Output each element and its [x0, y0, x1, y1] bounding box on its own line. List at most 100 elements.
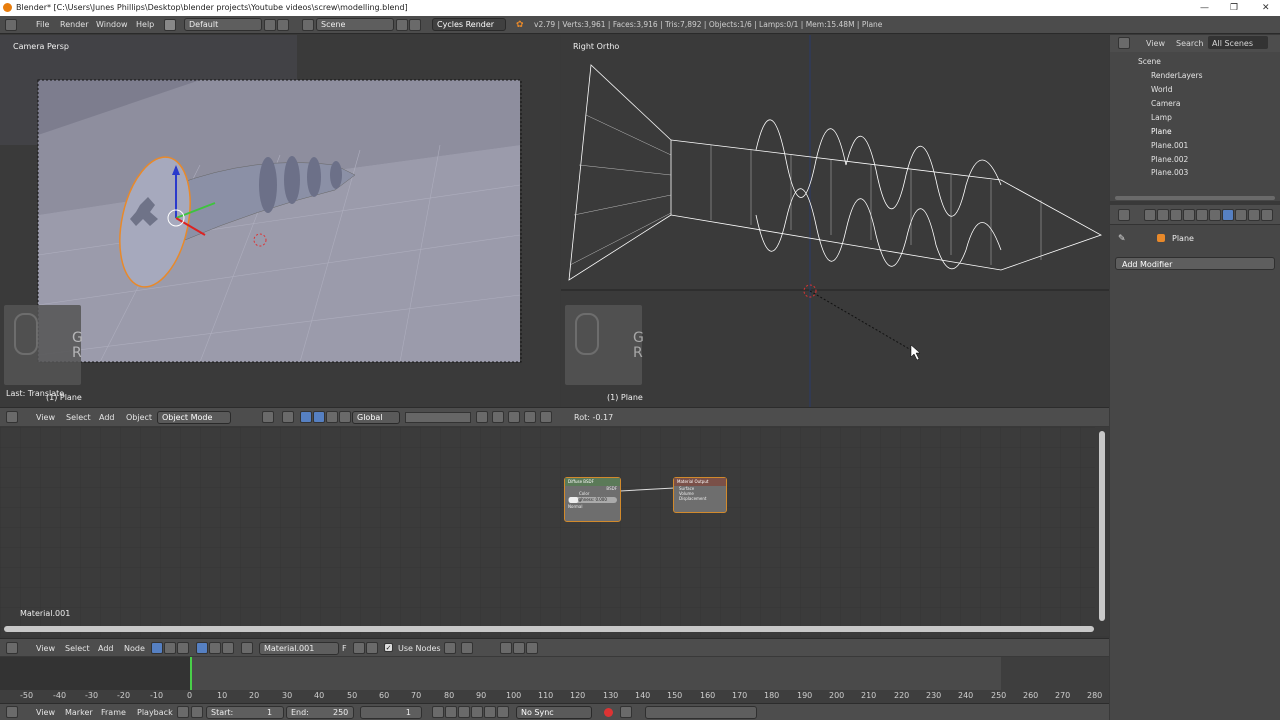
material-browse-icon[interactable]	[241, 642, 253, 654]
diffuse-bsdf-node[interactable]: Diffuse BSDF BSDF Color Roughness: 0.000…	[564, 477, 621, 522]
texture-tab-icon[interactable]	[1261, 209, 1273, 221]
sync-dropdown[interactable]: No Sync	[516, 706, 592, 719]
display-mode-dropdown[interactable]: All Scenes	[1208, 36, 1268, 49]
pin-icon[interactable]: ✎	[1118, 234, 1126, 244]
render-engine-dropdown[interactable]: Cycles Render	[432, 18, 506, 31]
outliner-scrollbar[interactable]	[1115, 196, 1275, 200]
fake-user-button[interactable]: F	[342, 644, 347, 653]
start-field[interactable]: Start: 1	[206, 706, 284, 719]
outliner-item-lamp[interactable]: Lamp	[1151, 113, 1172, 122]
tab-search[interactable]: Search	[1176, 39, 1203, 48]
world-tab-icon[interactable]	[1183, 209, 1195, 221]
outliner-item-renderlayers[interactable]: RenderLayers	[1151, 71, 1203, 80]
current-frame-field[interactable]: 1	[360, 706, 422, 719]
menu-render[interactable]: Render	[60, 20, 88, 29]
menu-help[interactable]: Help	[136, 20, 154, 29]
add-material-icon[interactable]	[353, 642, 365, 654]
playhead[interactable]	[190, 657, 192, 690]
render-preview-icon[interactable]	[492, 411, 504, 423]
outliner-item-plane003[interactable]: Plane.003	[1151, 168, 1188, 177]
close-button[interactable]: ✕	[1262, 0, 1270, 16]
play-reverse-icon[interactable]	[458, 706, 470, 718]
constraints-tab-icon[interactable]	[1209, 209, 1221, 221]
use-nodes-checkbox[interactable]: ✓	[384, 643, 393, 652]
object-shader-icon[interactable]	[196, 642, 208, 654]
editor-type-icon[interactable]	[1118, 37, 1130, 49]
outliner[interactable]: View Search All Scenes	[1110, 35, 1280, 201]
object-tab-icon[interactable]	[1196, 209, 1208, 221]
outliner-item-plane001[interactable]: Plane.001	[1151, 141, 1188, 150]
end-field[interactable]: End: 250	[286, 706, 354, 719]
compositor-icon[interactable]	[164, 642, 176, 654]
editor-type-icon[interactable]	[6, 411, 18, 423]
world-shader-icon[interactable]	[209, 642, 221, 654]
editor-type-icon[interactable]	[1118, 209, 1130, 221]
jump-start-icon[interactable]	[432, 706, 444, 718]
preview-range-icon[interactable]	[177, 706, 189, 718]
shader-type-icon[interactable]	[151, 642, 163, 654]
node-editor[interactable]: Diffuse BSDF BSDF Color Roughness: 0.000…	[0, 427, 1109, 636]
snap-icon[interactable]	[540, 411, 552, 423]
outliner-item-plane[interactable]: Plane	[1151, 127, 1172, 136]
remove-scene-icon[interactable]	[409, 19, 421, 31]
menu-view[interactable]: View	[36, 644, 55, 653]
data-tab-icon[interactable]	[1235, 209, 1247, 221]
menu-node[interactable]: Node	[124, 644, 145, 653]
orientation-dropdown[interactable]: Global	[352, 411, 400, 424]
editor-type-icon[interactable]	[6, 642, 18, 654]
menu-view[interactable]: View	[36, 413, 55, 422]
viewport-camera[interactable]: Camera Persp G R Last: Translate (1) Pla…	[0, 35, 560, 407]
menu-add[interactable]: Add	[99, 413, 115, 422]
record-icon[interactable]	[604, 708, 613, 717]
keying-set-field[interactable]	[645, 706, 757, 719]
timeline[interactable]	[0, 657, 1109, 703]
render-tab-icon[interactable]	[1144, 209, 1156, 221]
add-layout-icon[interactable]	[264, 19, 276, 31]
render-layers-tab-icon[interactable]	[1157, 209, 1169, 221]
minimize-button[interactable]: —	[1200, 0, 1209, 16]
vertical-scrollbar[interactable]	[1099, 431, 1105, 621]
scene-field[interactable]: Scene	[316, 18, 394, 31]
time-icon[interactable]	[191, 706, 203, 718]
viewport-right-ortho[interactable]: Right Ortho G R (1) Plane	[561, 35, 1109, 407]
editor-type-icon[interactable]	[6, 706, 18, 718]
horizontal-scrollbar[interactable]	[4, 626, 1094, 632]
camera-render-icon[interactable]	[508, 411, 520, 423]
prev-keyframe-icon[interactable]	[445, 706, 457, 718]
pin-icon[interactable]	[500, 642, 512, 654]
menu-frame[interactable]: Frame	[101, 708, 126, 717]
layout-icon[interactable]	[164, 19, 176, 31]
snap-node-icon[interactable]	[461, 642, 473, 654]
scene-tab-icon[interactable]	[1170, 209, 1182, 221]
add-scene-icon[interactable]	[396, 19, 408, 31]
mode-dropdown[interactable]: Object Mode	[157, 411, 231, 424]
remove-layout-icon[interactable]	[277, 19, 289, 31]
paste-icon[interactable]	[526, 642, 538, 654]
pivot-icon[interactable]	[282, 411, 294, 423]
keying-set-icon[interactable]	[620, 706, 632, 718]
tab-view[interactable]: View	[1146, 39, 1165, 48]
proportional-icon[interactable]	[524, 411, 536, 423]
shading-icon[interactable]	[262, 411, 274, 423]
layers-grid[interactable]	[405, 412, 471, 423]
editor-type-icon[interactable]	[5, 19, 17, 31]
next-keyframe-icon[interactable]	[484, 706, 496, 718]
play-icon[interactable]	[471, 706, 483, 718]
rotate-icon[interactable]	[326, 411, 338, 423]
jump-end-icon[interactable]	[497, 706, 509, 718]
color-swatch[interactable]	[569, 497, 578, 503]
line-style-icon[interactable]	[222, 642, 234, 654]
texture-type-icon[interactable]	[177, 642, 189, 654]
menu-marker[interactable]: Marker	[65, 708, 93, 717]
menu-playback[interactable]: Playback	[137, 708, 173, 717]
copy-icon[interactable]	[513, 642, 525, 654]
menu-select[interactable]: Select	[66, 413, 91, 422]
maximize-button[interactable]: ❐	[1230, 0, 1238, 16]
menu-window[interactable]: Window	[96, 20, 128, 29]
menu-file[interactable]: File	[36, 20, 49, 29]
add-modifier-dropdown[interactable]: Add Modifier	[1115, 257, 1275, 270]
menu-add[interactable]: Add	[98, 644, 114, 653]
menu-object[interactable]: Object	[126, 413, 152, 422]
outliner-item-camera[interactable]: Camera	[1151, 99, 1180, 108]
menu-select[interactable]: Select	[65, 644, 90, 653]
